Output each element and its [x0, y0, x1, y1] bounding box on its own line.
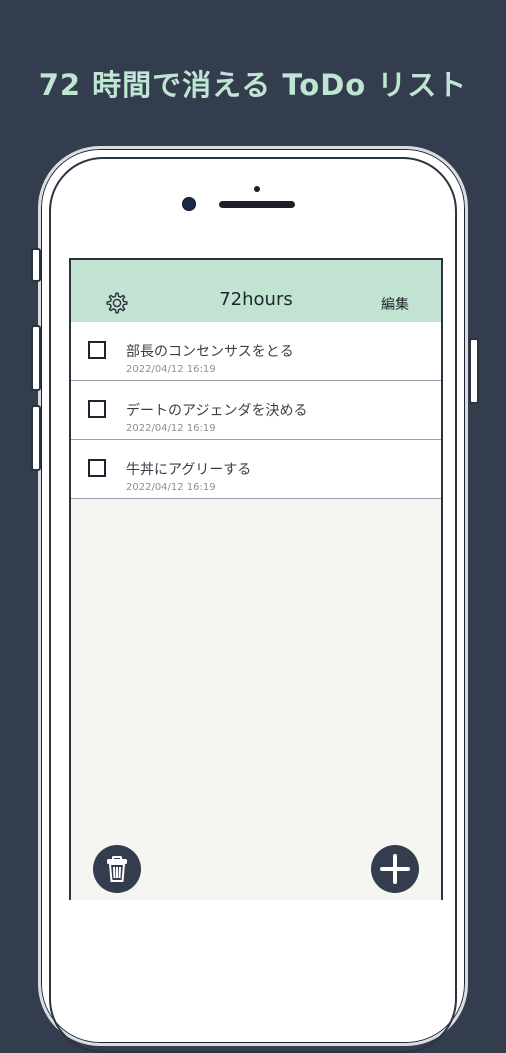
todo-date: 2022/04/12 16:19: [126, 482, 216, 493]
list-item[interactable]: 牛丼にアグリーする 2022/04/12 16:19: [71, 440, 441, 499]
edit-button[interactable]: 編集: [381, 294, 409, 314]
todo-title: 部長のコンセンサスをとる: [126, 344, 294, 360]
list-item[interactable]: 部長のコンセンサスをとる 2022/04/12 16:19: [71, 322, 441, 381]
list-item[interactable]: デートのアジェンダを決める 2022/04/12 16:19: [71, 381, 441, 440]
todo-checkbox[interactable]: [88, 400, 106, 418]
sensor-dot: [254, 186, 260, 192]
todo-title: 牛丼にアグリーする: [126, 462, 252, 478]
trash-icon: [107, 856, 127, 882]
speaker-grille: [219, 201, 295, 208]
side-button-mute: [31, 248, 41, 282]
todo-date: 2022/04/12 16:19: [126, 423, 216, 434]
nav-bar: 72hours 編集: [71, 260, 441, 323]
side-button-power: [469, 338, 479, 404]
app-screen: 72hours 編集 部長のコンセンサスをとる 2022/04/12 16:19…: [69, 258, 443, 900]
camera-icon: [182, 197, 196, 211]
delete-button[interactable]: [93, 845, 141, 893]
todo-checkbox[interactable]: [88, 459, 106, 477]
headline: 72 時間で消える ToDo リスト: [38, 68, 468, 102]
todo-checkbox[interactable]: [88, 341, 106, 359]
side-button-volume-up: [31, 325, 41, 391]
todo-date: 2022/04/12 16:19: [126, 364, 216, 375]
add-button[interactable]: [371, 845, 419, 893]
todo-title: デートのアジェンダを決める: [126, 403, 308, 419]
side-button-volume-down: [31, 405, 41, 471]
todo-list: 部長のコンセンサスをとる 2022/04/12 16:19 デートのアジェンダを…: [71, 322, 441, 499]
plus-icon: [380, 854, 410, 884]
